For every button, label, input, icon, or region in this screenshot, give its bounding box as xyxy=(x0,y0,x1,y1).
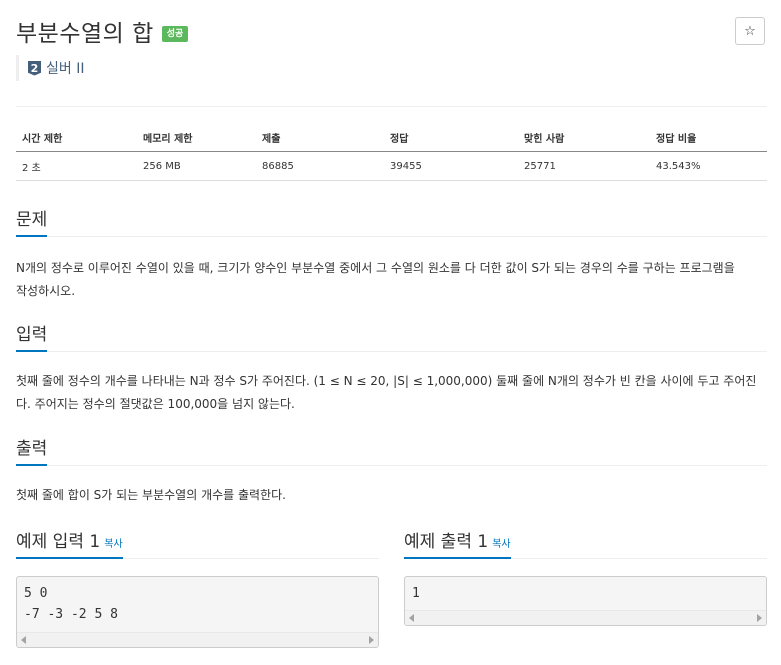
example-output-title: 예제 출력 1 xyxy=(404,532,489,552)
output-text-line: 첫째 줄에 합이 S가 되는 부분수열의 개수를 출력한다. xyxy=(16,488,286,502)
example-output-box[interactable]: 1 xyxy=(404,576,767,626)
scroll-left-icon[interactable] xyxy=(409,614,414,622)
problem-section-header: 문제 xyxy=(16,205,767,237)
star-icon: ☆ xyxy=(744,23,756,39)
status-badge[interactable]: 성공 xyxy=(161,26,189,42)
example-input-line: -7 -3 -2 5 8 xyxy=(24,607,118,622)
example-input-box[interactable]: 5 0 -7 -3 -2 5 8 xyxy=(16,576,379,648)
output-section-title: 출력 xyxy=(16,434,48,466)
tier-badge-icon: 2 xyxy=(28,60,41,76)
table-cell: 25771 xyxy=(518,151,650,181)
problem-section-title: 문제 xyxy=(16,205,48,237)
example-input-title-wrap: 예제 입력 1 복사 xyxy=(16,527,123,559)
table-header: 정답 xyxy=(384,124,518,152)
horizontal-scrollbar[interactable] xyxy=(17,632,378,647)
input-description: 첫째 줄에 정수의 개수를 나타내는 N과 정수 S가 주어진다. (1 ≤ N… xyxy=(16,370,767,415)
problem-text-line: N개의 정수로 이루어진 수열이 있을 때, 크기가 양수인 부분수열 중에서 … xyxy=(16,261,735,275)
table-header-row: 시간 제한 메모리 제한 제출 정답 맞힌 사람 정답 비율 xyxy=(16,124,767,152)
problem-text-line: 작성하시오. xyxy=(16,283,76,298)
input-section-title: 입력 xyxy=(16,320,48,352)
example-input-header: 예제 입력 1 복사 xyxy=(16,527,379,559)
problem-description: N개의 정수로 이루어진 수열이 있을 때, 크기가 양수인 부분수열 중에서 … xyxy=(16,257,767,302)
horizontal-scrollbar[interactable] xyxy=(405,610,766,625)
copy-input-button[interactable]: 복사 xyxy=(104,539,122,550)
table-cell: 43.543% xyxy=(650,151,767,181)
table-cell: 39455 xyxy=(384,151,518,181)
example-output-line: 1 xyxy=(412,586,420,601)
table-row: 2 초 256 MB 86885 39455 25771 43.543% xyxy=(16,151,767,181)
table-header: 제출 xyxy=(256,124,384,152)
star-button[interactable]: ☆ xyxy=(735,17,765,45)
input-text-line: 다. 주어지는 정수의 절댓값은 100,000을 넘지 않는다. xyxy=(16,396,295,411)
table-header: 맞힌 사람 xyxy=(518,124,650,152)
tier-text: 실버 II xyxy=(46,61,85,77)
problem-title: 부분수열의 합 xyxy=(16,21,154,47)
output-section-header: 출력 xyxy=(16,434,767,466)
table-cell: 256 MB xyxy=(137,151,256,181)
tier-label[interactable]: 2 실버 II xyxy=(16,55,84,81)
example-input-title: 예제 입력 1 xyxy=(16,532,101,552)
table-cell: 86885 xyxy=(256,151,384,181)
table-cell: 2 초 xyxy=(16,151,137,181)
table-header: 정답 비율 xyxy=(650,124,767,152)
table-header: 시간 제한 xyxy=(16,124,137,152)
scroll-left-icon[interactable] xyxy=(21,636,26,644)
problem-info-table: 시간 제한 메모리 제한 제출 정답 맞힌 사람 정답 비율 2 초 256 M… xyxy=(16,124,767,181)
input-section-header: 입력 xyxy=(16,320,767,352)
divider xyxy=(16,106,767,107)
problem-header: 부분수열의 합 성공 xyxy=(16,14,189,48)
scroll-right-icon[interactable] xyxy=(757,614,762,622)
example-input-line: 5 0 xyxy=(24,586,48,601)
scroll-right-icon[interactable] xyxy=(369,636,374,644)
example-output-title-wrap: 예제 출력 1 복사 xyxy=(404,527,511,559)
table-header: 메모리 제한 xyxy=(137,124,256,152)
copy-output-button[interactable]: 복사 xyxy=(492,539,510,550)
output-description: 첫째 줄에 합이 S가 되는 부분수열의 개수를 출력한다. xyxy=(16,484,767,507)
input-text-line: 첫째 줄에 정수의 개수를 나타내는 N과 정수 S가 주어진다. (1 ≤ N… xyxy=(16,374,757,388)
example-output-header: 예제 출력 1 복사 xyxy=(404,527,767,559)
